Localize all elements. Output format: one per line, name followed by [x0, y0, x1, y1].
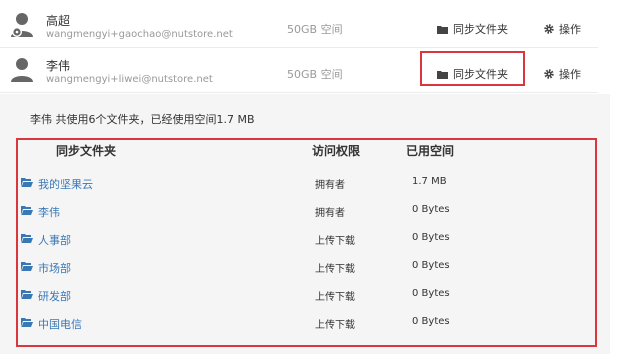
operation-button[interactable]: 操作 [544, 21, 581, 37]
sync-folder-label: 同步文件夹 [453, 23, 508, 36]
folder-used-space: 0 Bytes [412, 232, 450, 243]
folder-used-space: 1.7 MB [412, 176, 447, 187]
folder-permission: 上传下载 [315, 320, 355, 331]
table-row[interactable]: 市场部 上传下载 0 Bytes [18, 258, 595, 278]
user-folder-detail-panel: 李伟 共使用6个文件夹，已经使用空间1.7 MB 同步文件夹 访问权限 已用空间… [0, 94, 610, 354]
user-email: wangmengyi+gaochao@nutstore.net [46, 29, 233, 40]
table-row[interactable]: 研发部 上传下载 0 Bytes [18, 286, 595, 306]
highlight-box-sync-button [420, 51, 525, 86]
folder-name-link[interactable]: 人事部 [38, 232, 71, 248]
gear-icon [544, 69, 554, 79]
folder-name-link[interactable]: 我的坚果云 [38, 176, 93, 192]
folder-open-icon [21, 290, 33, 299]
folder-open-icon [21, 262, 33, 271]
user-email: wangmengyi+liwei@nutstore.net [46, 74, 213, 85]
operation-button[interactable]: 操作 [544, 66, 581, 82]
user-settings-icon [11, 13, 33, 37]
column-header-permission: 访问权限 [312, 144, 361, 158]
operation-label: 操作 [559, 68, 581, 81]
sync-folder-button[interactable]: 同步文件夹 [437, 21, 508, 37]
folder-used-space: 0 Bytes [412, 288, 450, 299]
folder-permission: 拥有者 [315, 208, 345, 219]
table-row[interactable]: 我的坚果云 拥有者 1.7 MB [18, 174, 595, 194]
folder-permission: 上传下载 [315, 264, 355, 275]
user-name: 李伟 [46, 59, 71, 73]
folder-open-icon [21, 234, 33, 243]
user-icon [11, 58, 33, 82]
table-row[interactable]: 中国电信 上传下载 0 Bytes [18, 314, 595, 334]
folder-used-space: 0 Bytes [412, 204, 450, 215]
folder-permission: 上传下载 [315, 292, 355, 303]
folder-open-icon [21, 318, 33, 327]
table-row[interactable]: 人事部 上传下载 0 Bytes [18, 230, 595, 250]
folder-open-icon [21, 178, 33, 187]
usage-summary: 李伟 共使用6个文件夹，已经使用空间1.7 MB [30, 113, 255, 126]
folder-name-link[interactable]: 李伟 [38, 204, 60, 220]
folder-open-icon [21, 206, 33, 215]
user-space: 50GB 空间 [287, 23, 343, 36]
folder-table: 同步文件夹 访问权限 已用空间 我的坚果云 拥有者 1.7 MB 李伟 拥有者 … [16, 138, 597, 347]
operation-label: 操作 [559, 23, 581, 36]
gear-icon [544, 24, 554, 34]
folder-used-space: 0 Bytes [412, 260, 450, 271]
user-row-gaochao[interactable]: 高超 wangmengyi+gaochao@nutstore.net 50GB … [0, 3, 598, 48]
user-space: 50GB 空间 [287, 68, 343, 81]
column-header-folder: 同步文件夹 [56, 144, 117, 158]
folder-name-link[interactable]: 市场部 [38, 260, 71, 276]
table-row[interactable]: 李伟 拥有者 0 Bytes [18, 202, 595, 222]
folder-name-link[interactable]: 研发部 [38, 288, 71, 304]
folder-permission: 拥有者 [315, 180, 345, 191]
folder-used-space: 0 Bytes [412, 316, 450, 327]
folder-permission: 上传下载 [315, 236, 355, 247]
folder-icon [437, 26, 448, 34]
user-name: 高超 [46, 14, 71, 28]
folder-name-link[interactable]: 中国电信 [38, 316, 82, 332]
column-header-used-space: 已用空间 [406, 144, 455, 158]
